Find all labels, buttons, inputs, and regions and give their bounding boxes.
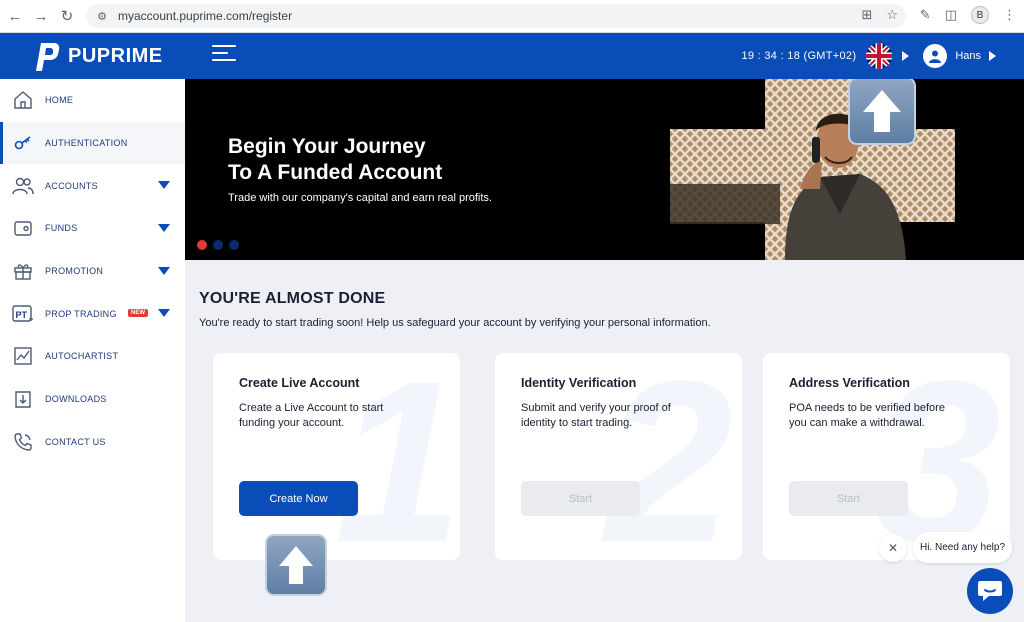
carousel-dot[interactable] xyxy=(197,240,207,250)
card-title: Create Live Account xyxy=(239,376,360,390)
promo-banner[interactable]: Begin Your Journey To A Funded Account T… xyxy=(185,79,1024,260)
carousel-dot[interactable] xyxy=(213,240,223,250)
expand-caret-icon[interactable] xyxy=(158,181,170,190)
puprime-logo[interactable]: PUPRIME xyxy=(28,39,163,73)
sidebar-item-label: CONTACT US xyxy=(45,436,106,447)
chat-launcher-button[interactable] xyxy=(967,568,1013,614)
banner-title-line2: To A Funded Account xyxy=(228,161,443,184)
puprime-logo-mark xyxy=(36,43,60,71)
chart-icon xyxy=(12,345,34,367)
address-bar[interactable]: ⚙ myaccount.puprime.com/register ⊞ ☆ xyxy=(86,4,906,28)
home-icon xyxy=(12,89,34,111)
menu-collapse-icon[interactable] xyxy=(212,45,238,67)
site-settings-icon[interactable]: ⚙ xyxy=(94,8,110,24)
brand-name: PUPRIME xyxy=(68,44,163,67)
scroll-up-arrow-icon[interactable] xyxy=(265,534,327,596)
sidebar-item-label: PROP TRADING xyxy=(45,308,117,319)
expand-caret-icon[interactable] xyxy=(158,309,170,318)
username[interactable]: Hans xyxy=(955,50,981,62)
card-title: Address Verification xyxy=(789,376,910,390)
browser-profile-avatar[interactable]: B xyxy=(971,6,989,24)
sidebar-item-promotion[interactable]: PROMOTION xyxy=(0,250,185,293)
sidebar-item-autochartist[interactable]: AUTOCHARTIST xyxy=(0,335,185,378)
carousel-dot[interactable] xyxy=(229,240,239,250)
pt-icon: PT xyxy=(12,303,34,325)
browser-toolbar: ← → ↻ ⚙ myaccount.puprime.com/register ⊞… xyxy=(0,0,1024,33)
uk-flag-icon[interactable] xyxy=(866,43,893,69)
card-title: Identity Verification xyxy=(521,376,637,390)
install-app-icon[interactable]: ⊞ xyxy=(861,7,872,23)
user-menu-caret-icon[interactable] xyxy=(989,51,996,61)
expand-caret-icon[interactable] xyxy=(158,224,170,233)
step-card-address: 3 Address Verification POA needs to be v… xyxy=(763,353,1010,560)
banner-title-line1: Begin Your Journey xyxy=(228,135,426,158)
sidebar-item-funds[interactable]: FUNDS xyxy=(0,207,185,250)
step-card-identity: 2 Identity Verification Submit and verif… xyxy=(495,353,742,560)
extensions-icon[interactable]: ✎ xyxy=(920,7,931,23)
identity-start-button[interactable]: Start xyxy=(521,481,640,516)
side-panel-icon[interactable]: ◫ xyxy=(945,7,957,23)
chat-greeting-bubble[interactable]: Hi. Need any help? xyxy=(913,532,1012,563)
sidebar-item-label: AUTOCHARTIST xyxy=(45,351,119,362)
banner-subtitle: Trade with our company's capital and ear… xyxy=(228,192,492,204)
scroll-up-arrow-icon[interactable] xyxy=(848,79,916,145)
sidebar-item-label: FUNDS xyxy=(45,223,78,234)
bookmark-star-icon[interactable]: ☆ xyxy=(886,7,898,23)
browser-menu-icon[interactable]: ⋮ xyxy=(1003,7,1016,23)
sidebar-item-label: ACCOUNTS xyxy=(45,180,98,191)
create-now-button[interactable]: Create Now xyxy=(239,481,358,516)
app-header: PUPRIME 19 : 34 : 18 (GMT+02) Hans xyxy=(0,33,1024,79)
new-badge: NEW xyxy=(128,309,148,318)
gift-icon xyxy=(12,260,34,282)
back-icon[interactable]: ← xyxy=(4,5,26,27)
user-avatar-icon[interactable] xyxy=(923,44,948,68)
address-start-button[interactable]: Start xyxy=(789,481,908,516)
expand-caret-icon[interactable] xyxy=(158,266,170,275)
reload-icon[interactable]: ↻ xyxy=(56,5,78,27)
phone-icon xyxy=(12,431,34,453)
svg-text:PT: PT xyxy=(16,310,28,320)
sidebar-item-authentication[interactable]: AUTHENTICATION xyxy=(0,121,185,165)
url-text[interactable]: myaccount.puprime.com/register xyxy=(118,9,292,23)
sidebar-item-label: PROMOTION xyxy=(45,266,104,277)
forward-icon[interactable]: → xyxy=(30,5,52,27)
page-title: YOU'RE ALMOST DONE xyxy=(199,290,386,307)
sidebar-item-home[interactable]: HOME xyxy=(0,79,185,122)
card-description: Create a Live Account to start funding y… xyxy=(239,402,384,429)
banner-title: Begin Your Journey To A Funded Account xyxy=(228,134,442,186)
sidebar-item-label: DOWNLOADS xyxy=(45,394,107,405)
chat-close-icon[interactable]: ✕ xyxy=(879,534,907,562)
chat-icon xyxy=(978,581,1002,601)
sidebar-item-contact-us[interactable]: CONTACT US xyxy=(0,421,185,464)
step-card-create-account: 1 Create Live Account Create a Live Acco… xyxy=(213,353,460,560)
sidebar-item-label: AUTHENTICATION xyxy=(45,138,128,149)
card-description: Submit and verify your proof of identity… xyxy=(521,402,671,429)
sidebar-item-prop-trading[interactable]: PT PROP TRADING NEW xyxy=(0,292,185,335)
sidebar-item-accounts[interactable]: ACCOUNTS xyxy=(0,164,185,207)
language-caret-icon[interactable] xyxy=(902,51,910,61)
users-icon xyxy=(12,175,34,197)
wallet-icon xyxy=(12,217,34,239)
server-clock: 19 : 34 : 18 (GMT+02) xyxy=(741,50,857,62)
card-description: POA needs to be verified before you can … xyxy=(789,402,945,429)
banner-photo-man-on-phone xyxy=(670,79,955,260)
sidebar-item-label: HOME xyxy=(45,95,74,106)
page-subtitle: You're ready to start trading soon! Help… xyxy=(199,317,711,329)
carousel-dots xyxy=(197,240,239,250)
key-icon xyxy=(12,132,34,154)
sidebar: HOME AUTHENTICATION ACCOUNTS FUNDS PROMO… xyxy=(0,79,185,622)
download-icon xyxy=(12,388,34,410)
sidebar-item-downloads[interactable]: DOWNLOADS xyxy=(0,378,185,421)
